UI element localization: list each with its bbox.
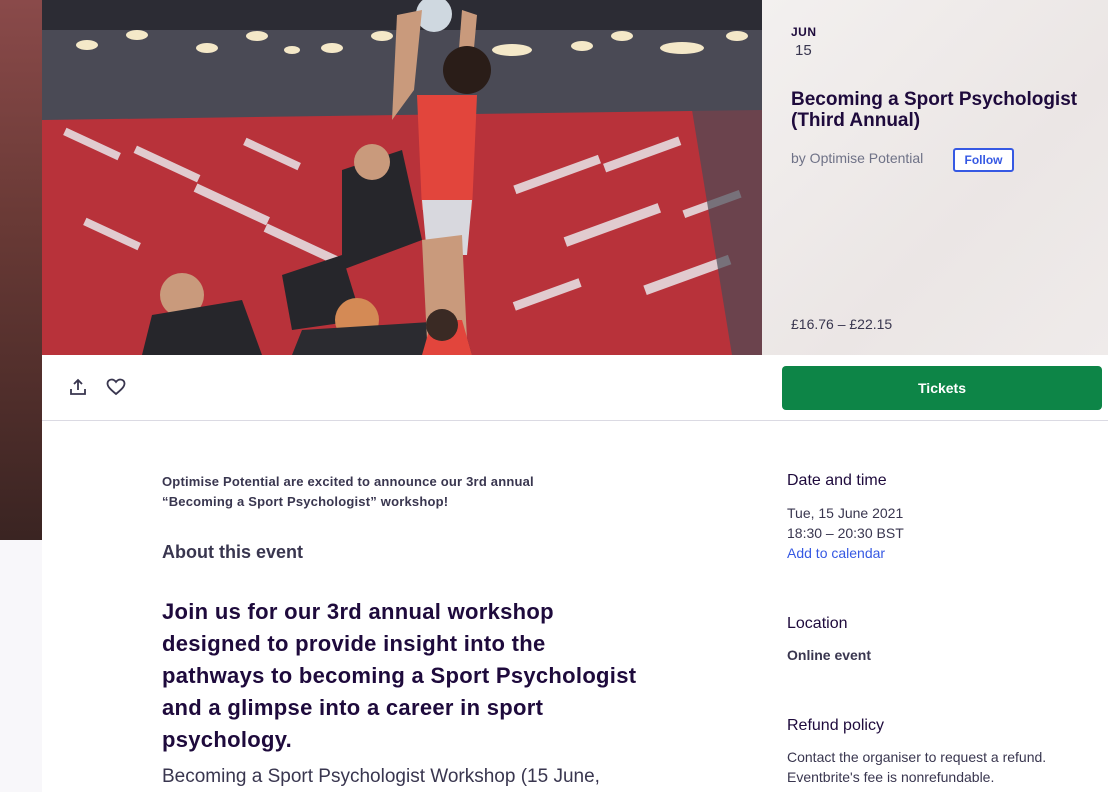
event-date-day: 15 xyxy=(795,42,812,59)
intro-text: Optimise Potential are excited to announ… xyxy=(162,472,642,512)
event-card: JUN 15 Becoming a Sport Psychologist (Th… xyxy=(42,0,1108,792)
event-summary-panel: JUN 15 Becoming a Sport Psychologist (Th… xyxy=(762,0,1108,355)
date-time-heading: Date and time xyxy=(787,472,887,489)
body-text: Becoming a Sport Psychologist Workshop (… xyxy=(162,766,600,787)
price-range: £16.76 – £22.15 xyxy=(791,316,893,332)
add-to-calendar-link[interactable]: Add to calendar xyxy=(787,545,885,561)
about-heading: About this event xyxy=(162,542,304,562)
lead-line: designed to provide insight into the xyxy=(162,631,546,656)
action-bar: Tickets xyxy=(42,355,1108,421)
lead-line: psychology. xyxy=(162,727,293,752)
lead-line: Join us for our 3rd annual workshop xyxy=(162,599,554,624)
intro-line: “Becoming a Sport Psychologist” workshop… xyxy=(162,494,449,509)
organiser-name[interactable]: by Optimise Potential xyxy=(791,150,923,166)
event-time: 18:30 – 20:30 BST xyxy=(787,525,904,541)
lead-paragraph: Join us for our 3rd annual workshop desi… xyxy=(162,596,702,756)
share-icon[interactable] xyxy=(66,375,90,399)
intro-line: Optimise Potential are excited to announ… xyxy=(162,474,534,489)
location-value: Online event xyxy=(787,647,872,663)
event-date-month: JUN xyxy=(791,25,817,39)
heart-icon[interactable] xyxy=(104,375,128,399)
event-title: Becoming a Sport Psychologist (Third Ann… xyxy=(791,89,1078,131)
lead-line: and a glimpse into a career in sport xyxy=(162,695,544,720)
event-hero-image xyxy=(42,0,762,355)
refund-policy-text: Contact the organiser to request a refun… xyxy=(787,749,1047,765)
location-heading: Location xyxy=(787,615,848,632)
refund-fee-text: Eventbrite's fee is nonrefundable. xyxy=(787,769,995,785)
background-image-edge xyxy=(0,0,42,540)
tickets-button[interactable]: Tickets xyxy=(782,366,1102,410)
follow-button[interactable]: Follow xyxy=(953,148,1014,172)
event-date: Tue, 15 June 2021 xyxy=(787,505,904,521)
lead-line: pathways to becoming a Sport Psychologis… xyxy=(162,663,637,688)
refund-heading: Refund policy xyxy=(787,717,884,734)
